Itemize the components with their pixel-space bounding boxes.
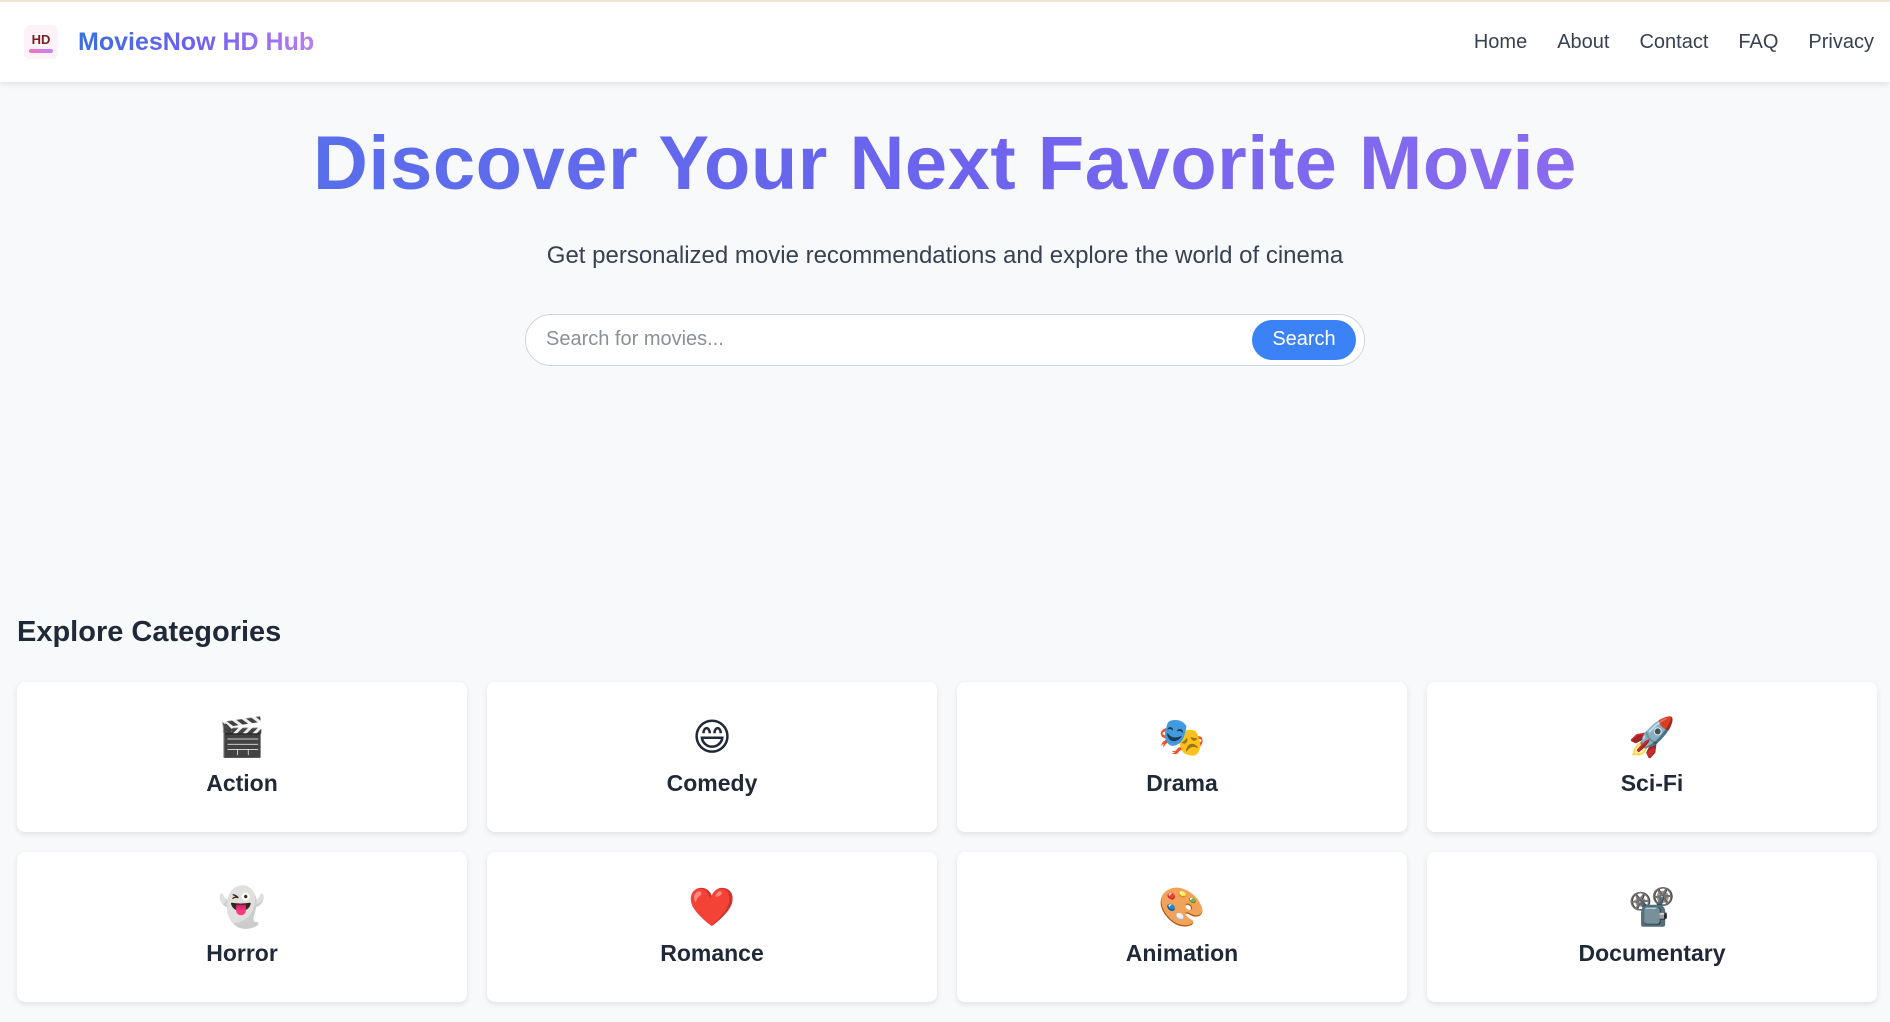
category-card-romance[interactable]: ❤️ Romance	[487, 851, 937, 1002]
category-label: Action	[206, 770, 278, 797]
nav-faq[interactable]: FAQ	[1738, 31, 1778, 54]
nav-about[interactable]: About	[1557, 31, 1609, 54]
search-bar: Search	[525, 313, 1365, 366]
category-label: Drama	[1146, 770, 1218, 797]
rocket-icon: 🚀	[1628, 715, 1676, 760]
categories-section: Explore Categories 🎬 Action 😄 Comedy 🎭 D…	[0, 616, 1890, 1002]
theater-masks-icon: 🎭	[1158, 715, 1206, 760]
category-label: Romance	[660, 940, 764, 967]
palette-icon: 🎨	[1158, 885, 1206, 930]
brand[interactable]: HD MoviesNow HD Hub	[24, 25, 314, 59]
category-card-comedy[interactable]: 😄 Comedy	[487, 681, 937, 832]
search-input[interactable]	[546, 328, 1226, 352]
main-nav: Home About Contact FAQ Privacy	[1474, 31, 1874, 54]
heart-icon: ❤️	[688, 885, 736, 930]
hero-subtitle: Get personalized movie recommendations a…	[546, 241, 1344, 269]
nav-home[interactable]: Home	[1474, 31, 1527, 54]
clapperboard-icon: 🎬	[218, 715, 266, 760]
ghost-icon: 👻	[218, 885, 266, 930]
category-label: Sci-Fi	[1620, 770, 1684, 797]
category-card-action[interactable]: 🎬 Action	[17, 681, 467, 832]
nav-contact[interactable]: Contact	[1639, 31, 1708, 54]
category-card-sci-fi[interactable]: 🚀 Sci-Fi	[1427, 681, 1877, 832]
category-card-animation[interactable]: 🎨 Animation	[957, 851, 1407, 1002]
category-card-horror[interactable]: 👻 Horror	[17, 851, 467, 1002]
movie-logo-icon: HD	[24, 25, 58, 59]
logo-text: HD	[31, 31, 51, 47]
category-label: Comedy	[666, 770, 758, 797]
category-card-documentary[interactable]: 📽️ Documentary	[1427, 851, 1877, 1002]
category-label: Animation	[1125, 940, 1239, 967]
category-label: Horror	[206, 940, 278, 967]
categories-grid: 🎬 Action 😄 Comedy 🎭 Drama 🚀 Sci-Fi 👻 Hor…	[17, 681, 1877, 1002]
hero-section: Discover Your Next Favorite Movie Get pe…	[0, 82, 1890, 366]
search-button[interactable]: Search	[1252, 319, 1356, 360]
brand-name[interactable]: MoviesNow HD Hub	[78, 28, 314, 57]
laughing-face-icon: 😄	[692, 715, 732, 760]
category-label: Documentary	[1578, 940, 1726, 967]
nav-privacy[interactable]: Privacy	[1808, 31, 1874, 54]
hero-title: Discover Your Next Favorite Movie	[0, 122, 1890, 206]
film-projector-icon: 📽️	[1628, 885, 1676, 930]
site-header: HD MoviesNow HD Hub Home About Contact F…	[0, 2, 1890, 82]
categories-heading: Explore Categories	[17, 615, 282, 648]
category-card-drama[interactable]: 🎭 Drama	[957, 681, 1407, 832]
